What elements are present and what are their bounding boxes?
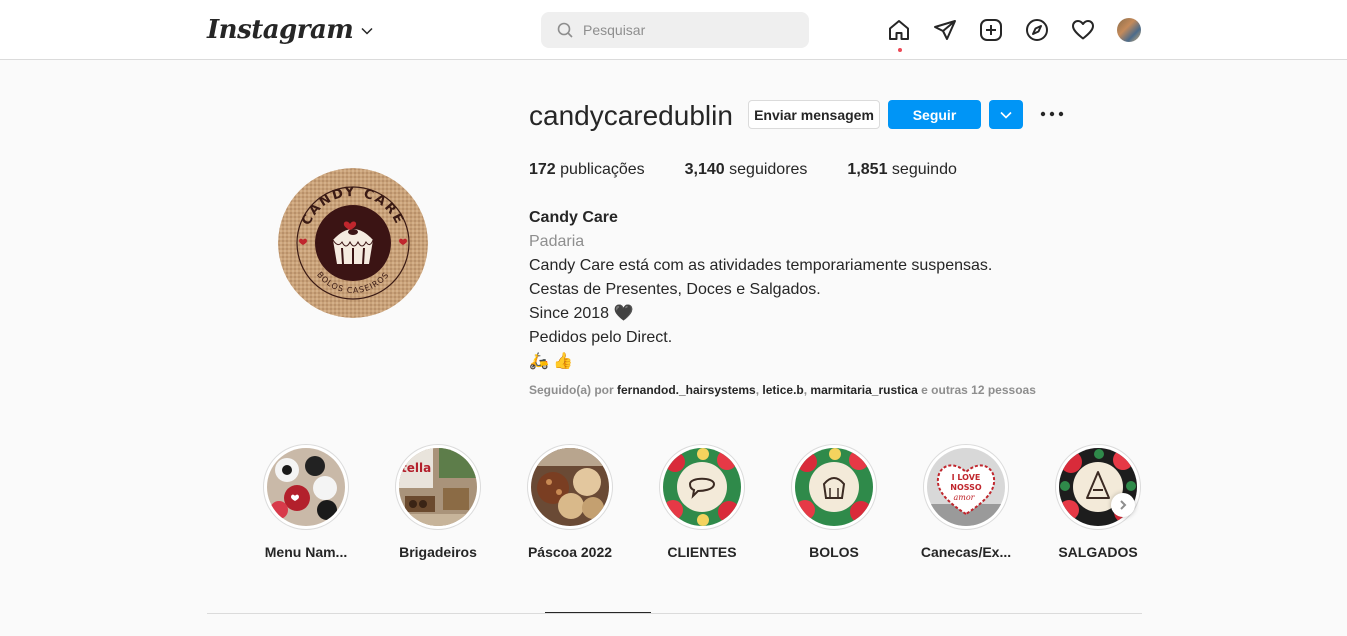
more-options-button[interactable]: [1038, 100, 1066, 128]
direct-icon: [934, 20, 956, 40]
followers-number: 3,140: [684, 161, 725, 178]
send-message-button[interactable]: Enviar mensagem: [748, 100, 880, 129]
new-post-button[interactable]: [979, 18, 1003, 42]
highlight-item[interactable]: CLIENTES: [636, 444, 768, 560]
tabs-divider: [207, 613, 1142, 614]
highlight-cover: [663, 448, 741, 526]
followed-by-account[interactable]: fernandod._hairsystems: [617, 383, 756, 397]
direct-button[interactable]: [933, 18, 957, 42]
highlight-label: Menu Nam...: [264, 544, 348, 560]
highlight-label: Canecas/Ex...: [920, 544, 1012, 560]
follow-button[interactable]: Seguir: [888, 100, 981, 129]
following-label: seguindo: [887, 161, 957, 178]
instagram-logo[interactable]: Instagram: [207, 12, 373, 48]
following-link[interactable]: 1,851 seguindo: [847, 161, 956, 179]
notification-dot: [898, 48, 902, 52]
highlight-label: SALGADOS: [1058, 544, 1138, 560]
bio-line: Cestas de Presentes, Doces e Salgados.: [529, 281, 821, 298]
bio-line: 🛵 👍: [529, 353, 574, 370]
highlight-ring: tella: [395, 444, 481, 530]
search-bar[interactable]: [541, 12, 809, 48]
posts-count: 172 publicações: [529, 161, 645, 179]
profile-full-name: Candy Care: [529, 209, 618, 226]
home-icon: [889, 20, 909, 40]
highlight-label: BOLOS: [809, 544, 859, 560]
suggestions-dropdown-button[interactable]: [989, 100, 1023, 129]
highlight-item[interactable]: BOLOS: [768, 444, 900, 560]
followers-link[interactable]: 3,140 seguidores: [685, 161, 808, 179]
followers-label: seguidores: [724, 161, 808, 178]
bio-line: Candy Care está com as atividades tempor…: [529, 257, 993, 274]
highlight-ring: [263, 444, 349, 530]
highlight-cover: [267, 448, 345, 526]
highlight-item[interactable]: SALGADOS: [1032, 444, 1164, 560]
followed-by-suffix: e outras 12 pessoas: [917, 383, 1036, 397]
user-avatar[interactable]: [1117, 18, 1141, 42]
top-navigation-bar: Instagram: [0, 0, 1347, 60]
highlight-label: CLIENTES: [667, 544, 737, 560]
chevron-down-icon: [361, 27, 373, 35]
highlight-item[interactable]: tella Brigadeiros: [372, 444, 504, 560]
highlights-next-button[interactable]: [1111, 493, 1135, 517]
followed-by[interactable]: Seguido(a) por fernandod._hairsystems, l…: [529, 383, 1036, 397]
candy-care-logo: CANDY CARE BOLOS CASEIROS: [278, 168, 428, 318]
svg-text:amor: amor: [954, 493, 976, 502]
more-dots-icon: [1040, 111, 1064, 117]
highlight-cover: I LOVE NOSSO amor: [927, 448, 1005, 526]
highlight-ring: [791, 444, 877, 530]
home-button[interactable]: [887, 18, 911, 52]
followed-by-prefix: Seguido(a) por: [529, 383, 617, 397]
highlight-item[interactable]: I LOVE NOSSO amor Canecas/Ex...: [900, 444, 1032, 560]
explore-icon: [1026, 19, 1048, 41]
highlight-cover: tella: [399, 448, 477, 526]
svg-text:NOSSO: NOSSO: [950, 483, 982, 492]
svg-text:tella: tella: [401, 461, 431, 475]
posts-label: publicações: [555, 161, 645, 178]
highlight-ring: [527, 444, 613, 530]
chevron-down-icon: [1000, 111, 1012, 119]
svg-text:I LOVE: I LOVE: [952, 473, 981, 482]
search-input[interactable]: [583, 22, 783, 38]
followed-by-account[interactable]: letice.b: [762, 383, 803, 397]
highlight-ring: [659, 444, 745, 530]
highlight-cover: [795, 448, 873, 526]
profile-category: Padaria: [529, 233, 585, 250]
profile-avatar[interactable]: CANDY CARE BOLOS CASEIROS: [278, 168, 428, 318]
highlight-item[interactable]: Menu Nam...: [240, 444, 372, 560]
highlight-item[interactable]: Páscoa 2022: [504, 444, 636, 560]
highlight-label: Páscoa 2022: [527, 544, 613, 560]
profile-bio: Candy Care Padaria Candy Care está com a…: [529, 206, 992, 374]
activity-heart-icon: [1072, 20, 1094, 40]
profile-stats: 172 publicações 3,140 seguidores 1,851 s…: [529, 161, 997, 179]
highlight-label: Brigadeiros: [399, 544, 477, 560]
story-highlights: Menu Nam... tella Brigadeiros Páscoa 202…: [240, 444, 1164, 560]
activity-button[interactable]: [1071, 18, 1095, 42]
bio-line: Pedidos pelo Direct.: [529, 329, 673, 346]
new-post-icon: [980, 19, 1002, 41]
followed-by-account[interactable]: marmitaria_rustica: [810, 383, 917, 397]
posts-number: 172: [529, 161, 556, 178]
highlight-ring: I LOVE NOSSO amor: [923, 444, 1009, 530]
explore-button[interactable]: [1025, 18, 1049, 42]
logo-text: Instagram: [207, 15, 354, 45]
highlight-ring: [1055, 444, 1141, 530]
highlight-cover: [531, 448, 609, 526]
search-icon: [557, 22, 573, 38]
active-tab-indicator: [545, 612, 651, 613]
chevron-right-icon: [1120, 500, 1127, 510]
nav-icons: [887, 18, 1141, 52]
following-number: 1,851: [847, 161, 888, 178]
bio-line: Since 2018 🖤: [529, 305, 634, 322]
profile-username: candycaredublin: [529, 100, 733, 131]
